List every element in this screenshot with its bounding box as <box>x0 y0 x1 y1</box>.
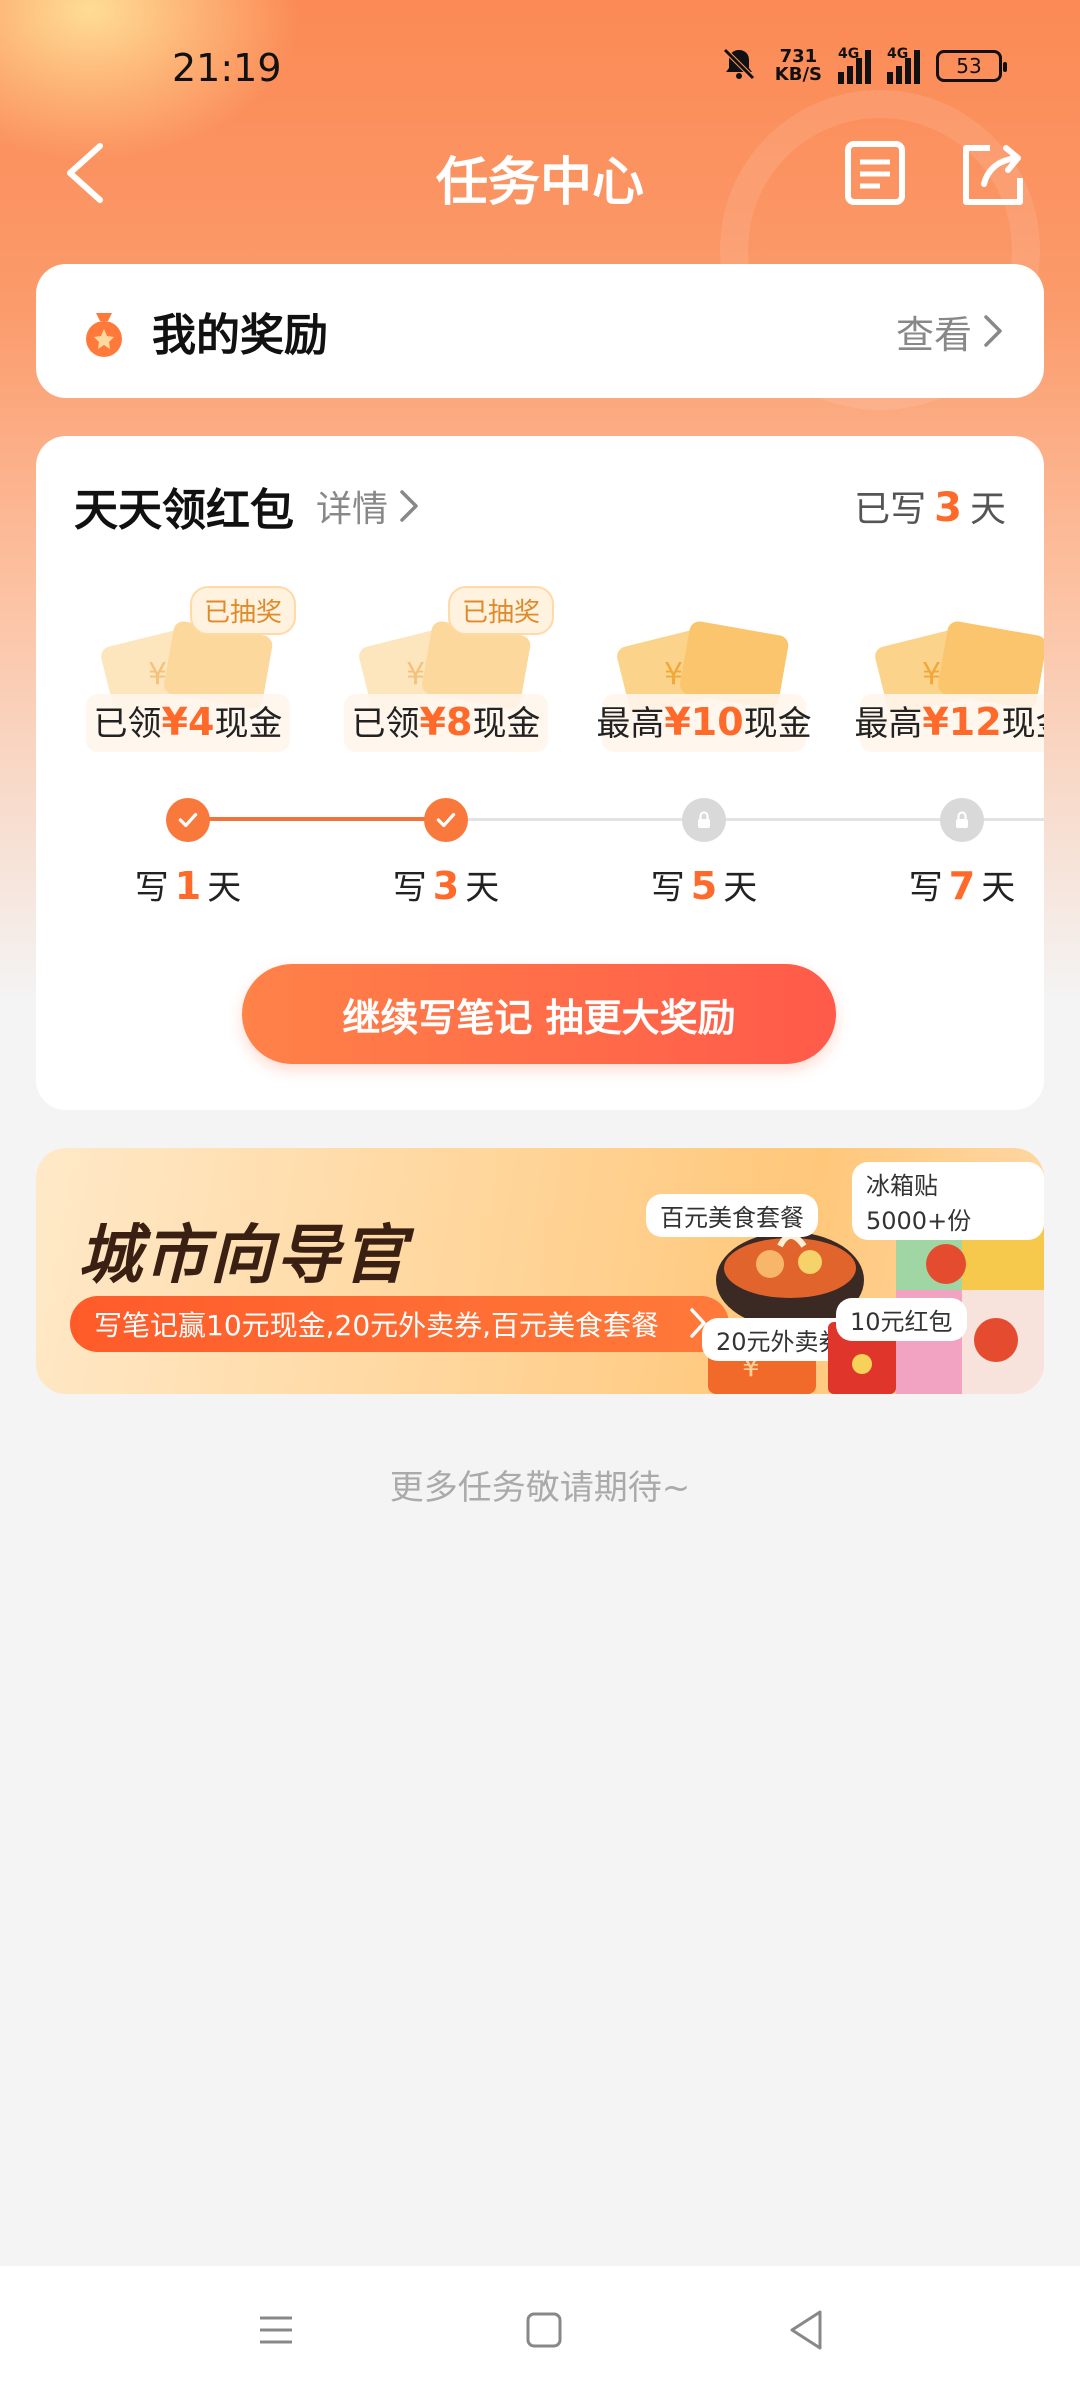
network-speed-unit: KB/S <box>774 64 822 85</box>
svg-text:¥: ¥ <box>406 657 425 692</box>
day-suffix: 天 <box>981 868 1016 908</box>
red-packet-tag: 10元红包 <box>836 1298 967 1341</box>
daily-card-title: 天天领红包 <box>74 485 294 536</box>
daily-card-header: 天天领红包 详情 已写 3 天 <box>74 474 1006 538</box>
status-icons: 731 KB/S 4G 4G 53 <box>719 44 1007 88</box>
day-prefix: 写 <box>392 868 427 908</box>
lock-icon <box>682 798 726 842</box>
lock-icon <box>940 798 984 842</box>
day-number: 7 <box>948 864 976 908</box>
day-label: 写7天 <box>882 860 1042 909</box>
svg-text:¥: ¥ <box>922 657 941 692</box>
milestone-label: 已领¥4现金 <box>78 696 298 745</box>
milestone-amount: ¥10 <box>664 700 744 744</box>
daily-detail-link[interactable]: 详情 <box>316 480 420 532</box>
day-number: 3 <box>432 864 460 908</box>
signal-tag-2: 4G <box>887 46 909 62</box>
day-label: 写3天 <box>366 860 526 909</box>
share-button[interactable] <box>956 138 1030 212</box>
my-rewards-card[interactable]: 我的奖励 查看 <box>36 264 1044 398</box>
svg-text:¥: ¥ <box>664 657 683 692</box>
milestone-prefix: 最高 <box>854 704 923 744</box>
banner-title: 城市向导官 <box>78 1219 408 1293</box>
top-header: 任务中心 <box>0 120 1080 230</box>
milestone-label: 已领¥8现金 <box>336 696 556 745</box>
milestone-suffix: 现金 <box>214 704 283 744</box>
signal-icon-2: 4G <box>887 46 920 84</box>
progress-track: 写1天 写3天 写5天 写7天 <box>36 776 1044 908</box>
view-rewards-label: 查看 <box>895 312 972 357</box>
status-bar: 21:19 731 KB/S 4G 4G 53 <box>0 0 1080 140</box>
days-written-prefix: 已写 <box>854 489 927 530</box>
daily-detail-label: 详情 <box>316 489 389 530</box>
day-label: 写5天 <box>624 860 784 909</box>
my-rewards-title: 我的奖励 <box>152 310 328 361</box>
days-written-suffix: 天 <box>969 489 1006 530</box>
chevron-right-icon <box>984 315 1002 347</box>
days-written-counter: 已写 3 天 <box>854 480 1006 532</box>
view-rewards-link[interactable]: 查看 <box>896 304 1004 359</box>
network-speed: 731 KB/S <box>775 48 822 84</box>
milestone-prefix: 已领 <box>351 704 420 744</box>
milestone-label: 最高¥10现金 <box>594 696 814 745</box>
banner-subtitle: 写笔记赢10元现金,20元外卖券,百元美食套餐 <box>94 1309 660 1342</box>
document-list-icon <box>845 141 905 205</box>
continue-writing-button[interactable]: 继续写笔记 抽更大奖励 <box>242 964 836 1064</box>
city-guide-banner[interactable]: 城市向导官 写笔记赢10元现金,20元外卖券,百元美食套餐 百元美食套餐 冰箱贴… <box>36 1148 1044 1394</box>
milestone-label: 最高¥12现金 <box>852 696 1044 745</box>
money-bag-icon <box>86 313 122 357</box>
milestone-suffix: 现金 <box>1001 704 1044 744</box>
home-button[interactable] <box>524 2310 564 2350</box>
milestone-prefix: 已领 <box>93 704 162 744</box>
drawn-badge: 已抽奖 <box>190 586 297 635</box>
more-tasks-tip: 更多任务敬请期待~ <box>389 1468 691 1508</box>
battery-icon: 53 <box>936 50 1007 82</box>
day-number: 5 <box>690 864 718 908</box>
milestone-amount: ¥8 <box>419 700 473 744</box>
mute-bell-icon <box>719 44 759 88</box>
system-back-button[interactable] <box>786 2308 826 2352</box>
status-time: 21:19 <box>172 46 282 90</box>
battery-level: 53 <box>956 54 982 78</box>
day-label: 写1天 <box>108 860 268 909</box>
signal-tag: 4G <box>838 46 860 62</box>
days-written-count: 3 <box>934 485 962 531</box>
progress-line-completed <box>186 817 444 821</box>
milestone-prefix: 最高 <box>596 704 665 744</box>
rules-button[interactable] <box>840 138 910 208</box>
day-prefix: 写 <box>908 868 943 908</box>
svg-text:¥: ¥ <box>148 657 167 692</box>
milestone-amount: ¥12 <box>922 700 1002 744</box>
share-icon <box>963 145 1023 205</box>
milestone-amount: ¥4 <box>161 700 215 744</box>
milestone-suffix: 现金 <box>472 704 541 744</box>
day-suffix: 天 <box>723 868 758 908</box>
check-icon <box>424 798 468 842</box>
page-title: 任务中心 <box>435 153 644 213</box>
day-suffix: 天 <box>465 868 500 908</box>
day-prefix: 写 <box>134 868 169 908</box>
system-navigation-bar <box>0 2266 1080 2400</box>
drawn-badge: 已抽奖 <box>448 586 555 635</box>
recent-apps-button[interactable] <box>256 2310 296 2350</box>
day-number: 1 <box>174 864 202 908</box>
fridge-magnet-tag: 冰箱贴5000+份 <box>852 1162 1044 1240</box>
milestone-suffix: 现金 <box>743 704 812 744</box>
chevron-right-icon <box>400 490 418 522</box>
check-icon <box>166 798 210 842</box>
food-set-tag: 百元美食套餐 <box>646 1194 818 1237</box>
signal-icon: 4G <box>838 46 871 84</box>
daily-red-packet-card: 天天领红包 详情 已写 3 天 ¥ 已抽奖 已领¥4现金 ¥ 已抽奖 已领¥8现金 … <box>36 436 1044 1110</box>
day-prefix: 写 <box>650 868 685 908</box>
day-suffix: 天 <box>207 868 242 908</box>
banner-subtitle-pill[interactable]: 写笔记赢10元现金,20元外卖券,百元美食套餐 <box>70 1296 730 1352</box>
